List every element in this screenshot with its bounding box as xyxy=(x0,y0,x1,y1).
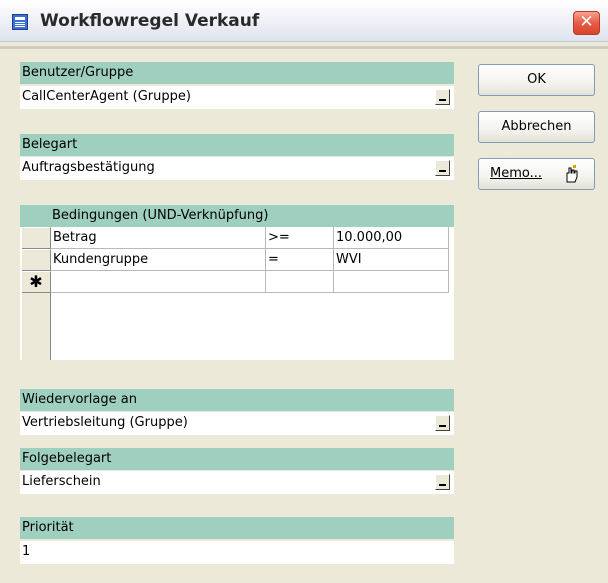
dropdown-arrow-icon[interactable] xyxy=(435,160,450,176)
new-condition-operator-cell[interactable] xyxy=(266,271,334,293)
folgebelegart-label: Folgebelegart xyxy=(20,448,454,470)
cancel-button[interactable]: Abbrechen xyxy=(478,111,595,143)
grid-corner xyxy=(20,205,51,227)
condition-operator-cell[interactable]: = xyxy=(266,249,334,271)
conditions-header: Bedingungen (UND-Verknüpfung) xyxy=(20,205,454,227)
form-icon xyxy=(12,14,28,30)
condition-field-cell[interactable]: Betrag xyxy=(51,227,266,249)
memo-button-label: Memo... xyxy=(490,166,542,181)
condition-operator-cell[interactable]: >= xyxy=(266,227,334,249)
new-condition-value-cell[interactable] xyxy=(334,271,449,293)
dropdown-arrow-icon[interactable] xyxy=(435,474,450,490)
close-icon: ✕ xyxy=(579,12,594,32)
prioritaet-input[interactable]: 1 xyxy=(20,541,454,564)
benutzer-value: CallCenterAgent (Gruppe) xyxy=(22,89,191,104)
prioritaet-value: 1 xyxy=(22,544,31,559)
table-row[interactable]: Kundengruppe = WVI xyxy=(20,249,454,271)
row-selector[interactable] xyxy=(22,227,51,249)
row-selector[interactable] xyxy=(22,249,51,271)
belegart-value: Auftragsbestätigung xyxy=(22,160,155,175)
folgebelegart-value: Lieferschein xyxy=(22,474,101,489)
new-condition-field-cell[interactable] xyxy=(51,271,266,293)
hand-pointer-icon xyxy=(566,165,578,183)
window-title: Workflowregel Verkauf xyxy=(40,11,260,31)
condition-value-cell[interactable]: 10.000,00 xyxy=(334,227,449,249)
belegart-label: Belegart xyxy=(20,134,454,156)
conditions-grid[interactable]: Bedingungen (UND-Verknüpfung) Betrag >= … xyxy=(20,205,454,360)
condition-value-cell[interactable]: WVI xyxy=(334,249,449,271)
dropdown-arrow-icon[interactable] xyxy=(435,415,450,431)
close-button[interactable]: ✕ xyxy=(573,11,600,35)
new-row-marker-icon[interactable]: ✱ xyxy=(22,271,51,293)
title-bar[interactable]: Workflowregel Verkauf ✕ xyxy=(0,0,608,42)
folgebelegart-combobox[interactable]: Lieferschein xyxy=(20,471,454,494)
ok-button[interactable]: OK xyxy=(478,64,595,96)
table-row[interactable]: Betrag >= 10.000,00 xyxy=(20,227,454,249)
wiedervorlage-label: Wiedervorlage an xyxy=(20,389,454,411)
benutzer-label: Benutzer/Gruppe xyxy=(20,62,454,84)
dropdown-arrow-icon[interactable] xyxy=(435,89,450,105)
dialog-window: Workflowregel Verkauf ✕ Benutzer/Gruppe … xyxy=(0,0,608,583)
table-row-new[interactable]: ✱ xyxy=(20,271,454,293)
title-separator xyxy=(0,46,608,49)
wiedervorlage-combobox[interactable]: Vertriebsleitung (Gruppe) xyxy=(20,412,454,435)
prioritaet-label: Priorität xyxy=(20,517,454,539)
belegart-combobox[interactable]: Auftragsbestätigung xyxy=(20,157,454,180)
benutzer-combobox[interactable]: CallCenterAgent (Gruppe) xyxy=(20,86,454,109)
conditions-header-label: Bedingungen (UND-Verknüpfung) xyxy=(52,208,269,223)
wiedervorlage-value: Vertriebsleitung (Gruppe) xyxy=(22,415,188,430)
memo-button[interactable]: Memo... xyxy=(478,158,595,190)
condition-field-cell[interactable]: Kundengruppe xyxy=(51,249,266,271)
